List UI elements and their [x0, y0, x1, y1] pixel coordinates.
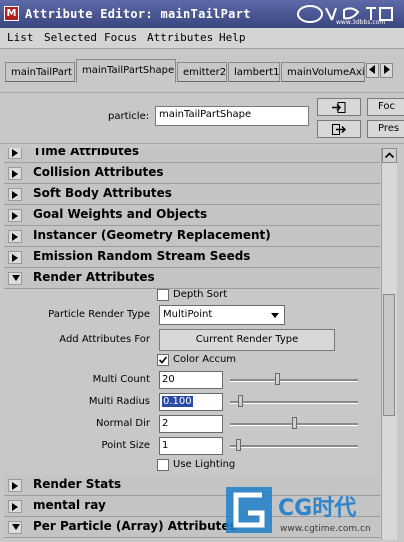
multi-count-label: Multi Count — [92, 374, 150, 385]
collapsed-arrow-icon[interactable] — [8, 188, 22, 201]
expanded-arrow-icon[interactable] — [8, 521, 22, 534]
point-size-slider[interactable] — [230, 439, 358, 453]
collapsed-arrow-icon[interactable] — [8, 148, 22, 159]
menu-selected[interactable]: Selected — [44, 31, 97, 44]
watermark-top-logo: www.3dbbs.com — [297, 5, 393, 26]
multi-radius-value: 0.100 — [162, 396, 193, 407]
section-label: Time Attributes — [33, 148, 140, 158]
slider-track — [230, 401, 358, 404]
chevron-up-icon — [384, 152, 395, 159]
menu-help[interactable]: Help — [219, 31, 246, 44]
window-title: Attribute Editor: mainTailPart — [25, 7, 251, 21]
section-label: mental ray — [33, 498, 106, 512]
tab-maintailpartshape[interactable]: mainTailPartShape — [76, 59, 176, 83]
section-label: Render Attributes — [33, 270, 155, 284]
input-connection-button[interactable] — [317, 98, 361, 116]
collapsed-arrow-icon[interactable] — [8, 209, 22, 222]
section-time-attributes[interactable]: Time Attributes — [4, 148, 380, 163]
title-bar: M Attribute Editor: mainTailPart www.3db… — [0, 0, 404, 28]
section-render-attributes[interactable]: Render Attributes — [4, 268, 380, 289]
watermark-brand: CG时代 — [278, 496, 356, 521]
collapsed-arrow-icon[interactable] — [8, 167, 22, 180]
collapsed-arrow-icon[interactable] — [8, 479, 22, 492]
tab-lambert1[interactable]: lambert1 — [228, 62, 280, 82]
slider-thumb[interactable] — [275, 373, 281, 385]
attribute-panel: Time Attributes Collision Attributes Sof… — [4, 148, 380, 540]
multi-count-field[interactable]: 20 — [159, 371, 223, 389]
section-collision-attributes[interactable]: Collision Attributes — [4, 163, 380, 184]
presets-button[interactable]: Pres — [367, 120, 404, 138]
section-emission-random-seeds[interactable]: Emission Random Stream Seeds — [4, 247, 380, 268]
section-label: Instancer (Geometry Replacement) — [33, 228, 271, 242]
collapsed-arrow-icon[interactable] — [8, 230, 22, 243]
scroll-up-button[interactable] — [382, 148, 397, 163]
slider-thumb[interactable] — [236, 439, 241, 451]
add-attributes-for-label: Add Attributes For — [59, 334, 150, 345]
point-size-label: Point Size — [101, 440, 150, 451]
section-label: Soft Body Attributes — [33, 186, 172, 200]
depth-sort-label: Depth Sort — [173, 289, 228, 300]
watermark-top-url: www.3dbbs.com — [336, 19, 385, 26]
slider-thumb[interactable] — [292, 417, 297, 429]
section-label: Render Stats — [33, 477, 122, 491]
section-instancer[interactable]: Instancer (Geometry Replacement) — [4, 226, 380, 247]
multi-count-slider[interactable] — [230, 373, 358, 387]
arrow-right-icon[interactable] — [380, 63, 393, 78]
color-accum-label: Color Accum — [173, 354, 237, 365]
section-label: Per Particle (Array) Attributes — [33, 519, 237, 533]
output-connection-icon — [332, 124, 346, 135]
output-connection-button[interactable] — [317, 120, 361, 138]
expanded-arrow-icon[interactable] — [8, 272, 22, 285]
arrow-left-icon[interactable] — [366, 63, 379, 78]
section-soft-body-attributes[interactable]: Soft Body Attributes — [4, 184, 380, 205]
menu-list[interactable]: List — [7, 31, 34, 44]
node-header: particle: mainTailPartShape Foc Pres — [0, 92, 404, 144]
particle-render-type-value: MultiPoint — [163, 309, 213, 320]
menu-bar: List Selected Focus Attributes Help — [0, 28, 404, 49]
slider-track — [230, 445, 358, 448]
focus-button[interactable]: Foc — [367, 98, 404, 116]
menu-focus[interactable]: Focus — [104, 31, 137, 44]
normal-dir-field[interactable]: 2 — [159, 415, 223, 433]
normal-dir-label: Normal Dir — [96, 418, 150, 429]
multi-radius-field[interactable]: 0.100 — [159, 393, 223, 411]
collapsed-arrow-icon[interactable] — [8, 500, 22, 513]
slider-track — [230, 379, 358, 382]
depth-sort-checkbox[interactable] — [157, 289, 169, 301]
vertical-scrollbar[interactable] — [381, 148, 397, 540]
section-label: Goal Weights and Objects — [33, 207, 208, 221]
tab-emitter2[interactable]: emitter2 — [177, 62, 227, 82]
collapsed-arrow-icon[interactable] — [8, 251, 22, 264]
menu-attributes[interactable]: Attributes — [147, 31, 213, 44]
tab-mainvolumeaxis[interactable]: mainVolumeAxis — [281, 62, 365, 82]
checkmark-icon — [159, 356, 167, 364]
section-label: Emission Random Stream Seeds — [33, 249, 251, 263]
particle-render-type-dropdown[interactable]: MultiPoint — [159, 305, 285, 325]
use-lighting-checkbox[interactable] — [157, 459, 169, 471]
normal-dir-slider[interactable] — [230, 417, 358, 431]
input-connection-icon — [332, 102, 346, 113]
particle-label: particle: — [108, 111, 150, 122]
multi-radius-label: Multi Radius — [88, 396, 150, 407]
cgtime-watermark: CG时代 www.cgtime.com.cn — [226, 487, 371, 534]
section-label: Collision Attributes — [33, 165, 164, 179]
tab-maintailpart[interactable]: mainTailPart — [5, 62, 75, 82]
tab-bar: mainTailPart mainTailPartShape emitter2 … — [0, 52, 404, 92]
color-accum-checkbox[interactable] — [157, 354, 169, 366]
slider-thumb[interactable] — [238, 395, 244, 407]
current-render-type-button[interactable]: Current Render Type — [159, 329, 335, 351]
use-lighting-label: Use Lighting — [173, 459, 236, 470]
multi-radius-slider[interactable] — [230, 395, 358, 409]
point-size-field[interactable]: 1 — [159, 437, 223, 455]
particle-name-field[interactable]: mainTailPartShape — [155, 106, 309, 126]
maya-icon: M — [4, 6, 19, 21]
section-goal-weights[interactable]: Goal Weights and Objects — [4, 205, 380, 226]
chevron-down-icon — [271, 313, 279, 318]
watermark-url: www.cgtime.com.cn — [280, 524, 371, 534]
scroll-thumb[interactable] — [383, 294, 395, 416]
particle-render-type-label: Particle Render Type — [48, 309, 150, 320]
